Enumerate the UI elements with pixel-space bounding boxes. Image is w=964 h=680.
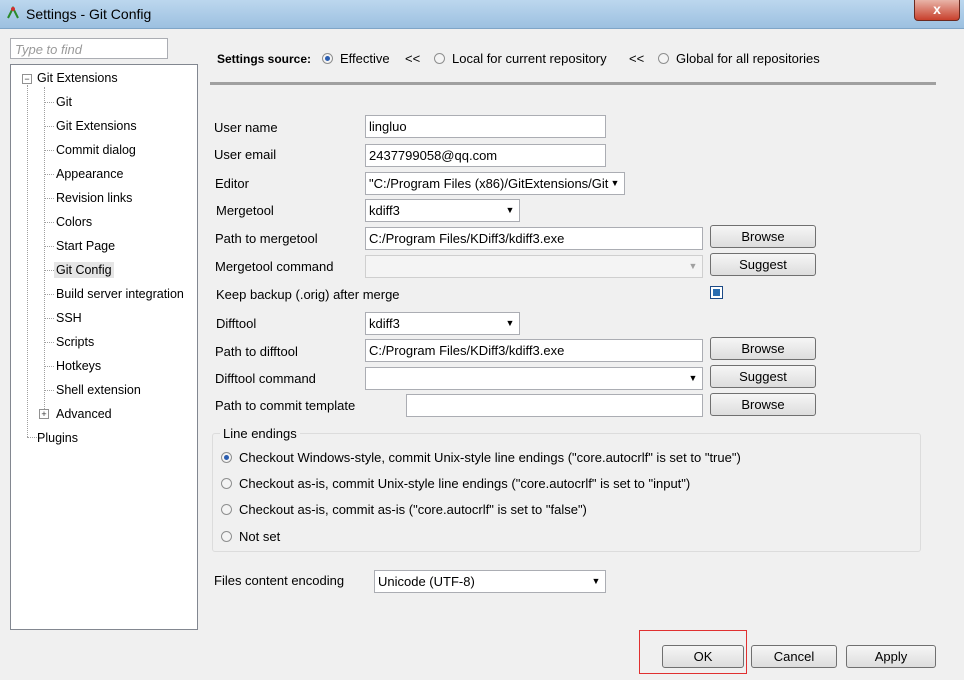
tree-item-git-extensions-root[interactable]: Git Extensions <box>37 71 118 85</box>
dropdown-arrow-icon[interactable]: ▼ <box>686 256 700 277</box>
encoding-combo[interactable]: Unicode (UTF-8) ▼ <box>374 570 606 593</box>
tree-item-hotkeys[interactable]: Hotkeys <box>56 359 101 373</box>
commit-template-label: Path to commit template <box>215 398 356 413</box>
tree-item-revision-links[interactable]: Revision links <box>56 191 132 205</box>
dropdown-arrow-icon[interactable]: ▼ <box>589 571 603 592</box>
line-endings-title: Line endings <box>220 426 300 441</box>
line-ending-option-radio[interactable] <box>221 504 232 515</box>
settings-tree[interactable]: − Git Extensions Git Git Extensions Comm… <box>10 64 198 630</box>
commit-template-field[interactable] <box>406 394 703 417</box>
source-effective-label[interactable]: Effective <box>340 51 390 66</box>
source-global-radio[interactable] <box>658 53 669 64</box>
browse-mergetool-button[interactable]: Browse <box>710 225 816 248</box>
mergetool-command-label: Mergetool command <box>215 259 334 274</box>
settings-search-input[interactable]: Type to find <box>10 38 168 59</box>
window-title: Settings - Git Config <box>26 6 152 22</box>
tree-item-commit-dialog[interactable]: Commit dialog <box>56 143 136 157</box>
mergetool-command-combo[interactable]: ▼ <box>365 255 703 278</box>
line-ending-option-radio[interactable] <box>221 478 232 489</box>
tree-item-git-config[interactable]: Git Config <box>54 262 114 278</box>
collapse-icon[interactable]: − <box>22 74 32 84</box>
mergetool-combo[interactable]: kdiff3 ▼ <box>365 199 520 222</box>
dropdown-arrow-icon[interactable]: ▼ <box>503 200 517 221</box>
difftool-label: Difftool <box>216 316 257 331</box>
dropdown-arrow-icon[interactable]: ▼ <box>686 368 700 389</box>
mergetool-path-label: Path to mergetool <box>215 231 318 246</box>
user-email-field[interactable]: 2437799058@qq.com <box>365 144 606 167</box>
difftool-path-label: Path to difftool <box>215 344 298 359</box>
tree-item-start-page[interactable]: Start Page <box>56 239 115 253</box>
encoding-label: Files content encoding <box>214 573 345 588</box>
dropdown-arrow-icon[interactable]: ▼ <box>608 173 622 194</box>
tree-item-ssh[interactable]: SSH <box>56 311 82 325</box>
title-bar[interactable]: Settings - Git Config x <box>0 0 964 29</box>
keep-backup-checkbox[interactable] <box>710 286 723 299</box>
tree-item-shell-extension[interactable]: Shell extension <box>56 383 141 397</box>
tree-item-colors[interactable]: Colors <box>56 215 92 229</box>
mergetool-value: kdiff3 <box>369 203 400 218</box>
suggest-difftool-button[interactable]: Suggest <box>710 365 816 388</box>
line-ending-option-label[interactable]: Checkout as-is, commit as-is ("core.auto… <box>239 502 587 517</box>
browse-difftool-button[interactable]: Browse <box>710 337 816 360</box>
tree-item-appearance[interactable]: Appearance <box>56 167 123 181</box>
editor-label: Editor <box>215 176 249 191</box>
editor-combo[interactable]: "C:/Program Files (x86)/GitExtensions/Gi… <box>365 172 625 195</box>
editor-value: "C:/Program Files (x86)/GitExtensions/Gi… <box>369 176 609 191</box>
ok-button[interactable]: OK <box>662 645 744 668</box>
line-ending-option-label[interactable]: Checkout Windows-style, commit Unix-styl… <box>239 450 741 465</box>
tree-item-git[interactable]: Git <box>56 95 72 109</box>
source-separator: << <box>629 51 645 66</box>
source-global-label[interactable]: Global for all repositories <box>676 51 820 66</box>
close-button[interactable]: x <box>914 0 960 21</box>
source-effective-radio[interactable] <box>322 53 333 64</box>
source-separator: << <box>405 51 421 66</box>
expand-icon[interactable]: + <box>39 409 49 419</box>
cancel-button[interactable]: Cancel <box>751 645 837 668</box>
user-email-label: User email <box>214 147 277 162</box>
tree-item-scripts[interactable]: Scripts <box>56 335 94 349</box>
line-ending-option-label[interactable]: Not set <box>239 529 280 544</box>
difftool-path-field[interactable]: C:/Program Files/KDiff3/kdiff3.exe <box>365 339 703 362</box>
encoding-value: Unicode (UTF-8) <box>378 574 475 589</box>
settings-source-label: Settings source: <box>217 52 312 66</box>
source-local-label[interactable]: Local for current repository <box>452 51 607 66</box>
dropdown-arrow-icon[interactable]: ▼ <box>503 313 517 334</box>
browse-commit-template-button[interactable]: Browse <box>710 393 816 416</box>
user-name-label: User name <box>214 120 278 135</box>
tree-item-git-extensions[interactable]: Git Extensions <box>56 119 137 133</box>
line-ending-option-label[interactable]: Checkout as-is, commit Unix-style line e… <box>239 476 690 491</box>
suggest-mergetool-button[interactable]: Suggest <box>710 253 816 276</box>
app-icon <box>7 6 19 19</box>
difftool-combo[interactable]: kdiff3 ▼ <box>365 312 520 335</box>
mergetool-path-field[interactable]: C:/Program Files/KDiff3/kdiff3.exe <box>365 227 703 250</box>
keep-backup-label: Keep backup (.orig) after merge <box>216 287 400 302</box>
tree-item-build-server-integration[interactable]: Build server integration <box>56 287 184 301</box>
line-ending-option-radio[interactable] <box>221 452 232 463</box>
difftool-command-label: Difftool command <box>215 371 316 386</box>
user-name-field[interactable]: lingluo <box>365 115 606 138</box>
apply-button[interactable]: Apply <box>846 645 936 668</box>
line-ending-option-radio[interactable] <box>221 531 232 542</box>
difftool-value: kdiff3 <box>369 316 400 331</box>
tree-item-plugins[interactable]: Plugins <box>37 431 78 445</box>
source-local-radio[interactable] <box>434 53 445 64</box>
tree-item-advanced[interactable]: Advanced <box>56 407 112 421</box>
difftool-command-combo[interactable]: ▼ <box>365 367 703 390</box>
mergetool-label: Mergetool <box>216 203 274 218</box>
